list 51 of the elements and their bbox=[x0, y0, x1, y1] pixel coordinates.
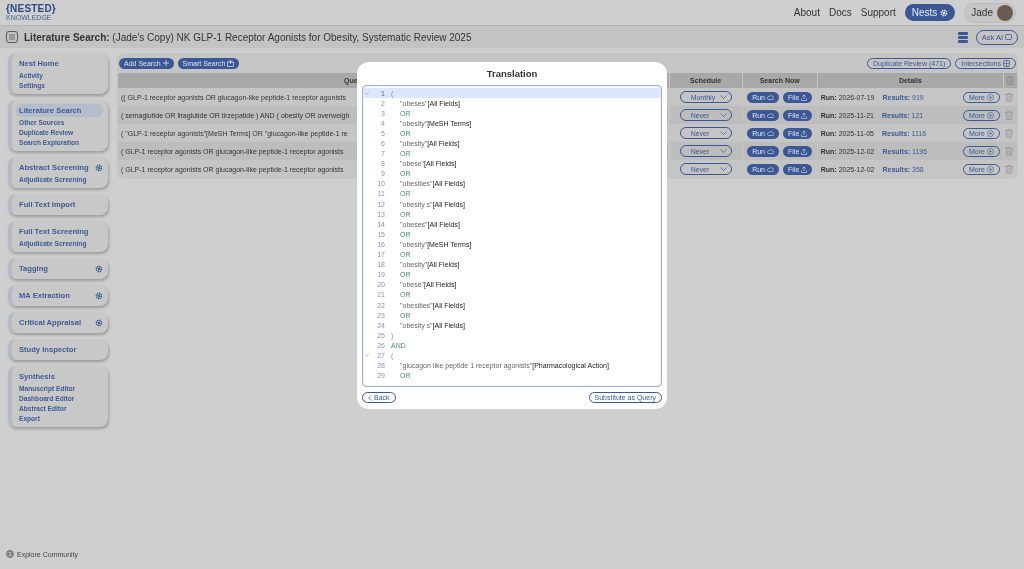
plus-icon bbox=[162, 60, 169, 66]
nav-link[interactable]: Support bbox=[860, 7, 896, 18]
grid-icon bbox=[1003, 59, 1010, 67]
cloud-icon bbox=[767, 148, 774, 154]
chevron-left-icon bbox=[368, 394, 372, 401]
fold-icon[interactable] bbox=[365, 91, 369, 95]
cloud-icon bbox=[767, 112, 774, 118]
upload-icon bbox=[801, 147, 808, 155]
import-icon bbox=[227, 59, 235, 67]
gear-icon[interactable] bbox=[95, 264, 103, 273]
avatar-icon bbox=[997, 4, 1013, 21]
trash-icon[interactable] bbox=[1003, 163, 1014, 174]
trash-icon[interactable] bbox=[1005, 75, 1016, 85]
page-title: Literature Search: (Jade's Copy) NK GLP-1 Receptor Agonists for Obesity, Systematic Review 2025 bbox=[24, 31, 472, 43]
fold-icon[interactable] bbox=[365, 354, 369, 357]
eye-icon bbox=[986, 93, 994, 101]
upload-icon bbox=[801, 111, 808, 119]
menu-button[interactable] bbox=[6, 31, 18, 43]
gear-icon[interactable] bbox=[95, 163, 103, 172]
chevron-down-icon bbox=[719, 149, 727, 153]
trash-icon[interactable] bbox=[1003, 91, 1014, 102]
eye-icon bbox=[986, 147, 994, 155]
chevron-down-icon bbox=[719, 113, 727, 117]
gear-icon[interactable] bbox=[95, 318, 103, 327]
nav-link[interactable]: Docs bbox=[828, 7, 852, 18]
cloud-icon bbox=[767, 166, 774, 172]
eye-icon bbox=[986, 165, 994, 173]
user-menu[interactable]: Jade bbox=[964, 2, 1016, 23]
upload-icon bbox=[801, 165, 808, 173]
cloud-icon bbox=[767, 130, 774, 136]
nav-link[interactable]: About bbox=[793, 7, 820, 18]
trash-icon[interactable] bbox=[1003, 127, 1014, 138]
menu-icon bbox=[9, 34, 15, 40]
chat-icon bbox=[1005, 33, 1012, 41]
cloud-icon bbox=[767, 94, 774, 100]
gear-icon[interactable] bbox=[95, 291, 103, 300]
code-editor[interactable] bbox=[362, 85, 662, 387]
chevron-down-icon bbox=[719, 131, 727, 135]
stack-icon[interactable] bbox=[957, 31, 968, 43]
chevron-down-icon bbox=[719, 167, 727, 171]
trash-icon[interactable] bbox=[1003, 145, 1014, 156]
eye-icon bbox=[986, 111, 994, 119]
chevron-down-icon bbox=[719, 95, 727, 99]
eye-icon bbox=[986, 129, 994, 137]
upload-icon bbox=[801, 93, 808, 101]
trash-icon[interactable] bbox=[1003, 109, 1014, 120]
logo-text: {NESTED} bbox=[6, 4, 56, 14]
nests-button[interactable]: Nests bbox=[904, 4, 956, 21]
gear-icon bbox=[940, 8, 949, 17]
globe-icon bbox=[6, 550, 14, 558]
upload-icon bbox=[801, 129, 808, 137]
